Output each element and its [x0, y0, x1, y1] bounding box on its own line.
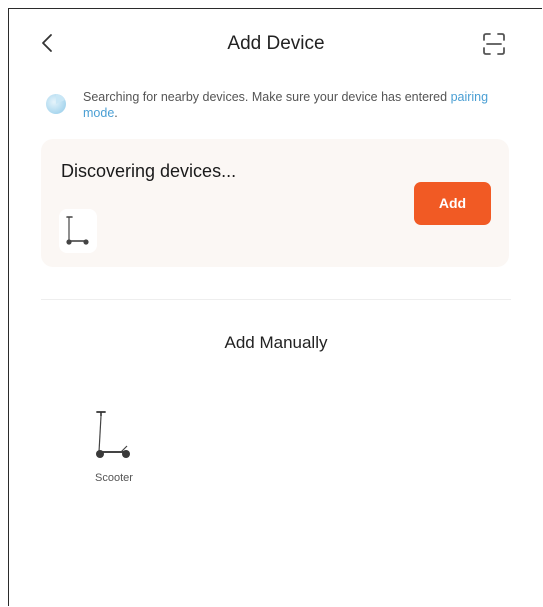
add-device-button[interactable]: Add	[414, 182, 491, 225]
pairing-tip-suffix: .	[114, 106, 118, 120]
found-device-item[interactable]	[59, 209, 97, 253]
scooter-icon	[66, 216, 89, 245]
app-screen: Add Device Searching for nearby devices.…	[8, 8, 542, 606]
discovery-title: Discovering devices...	[61, 161, 237, 181]
scan-button[interactable]	[481, 31, 507, 57]
searching-radar-icon	[45, 93, 67, 115]
pairing-tip: Searching for nearby devices. Make sure …	[83, 89, 503, 121]
scooter-icon	[91, 408, 135, 464]
category-item-scooter[interactable]: Scooter	[71, 404, 157, 492]
scan-icon	[483, 33, 505, 55]
section-divider	[41, 299, 511, 300]
pairing-tip-text: Searching for nearby devices. Make sure …	[83, 90, 451, 104]
category-label: Scooter	[95, 472, 133, 484]
discovery-card: Discovering devices... Add	[41, 139, 509, 267]
add-manually-title: Add Manually	[224, 333, 328, 352]
page-title: Add Device	[227, 33, 325, 54]
